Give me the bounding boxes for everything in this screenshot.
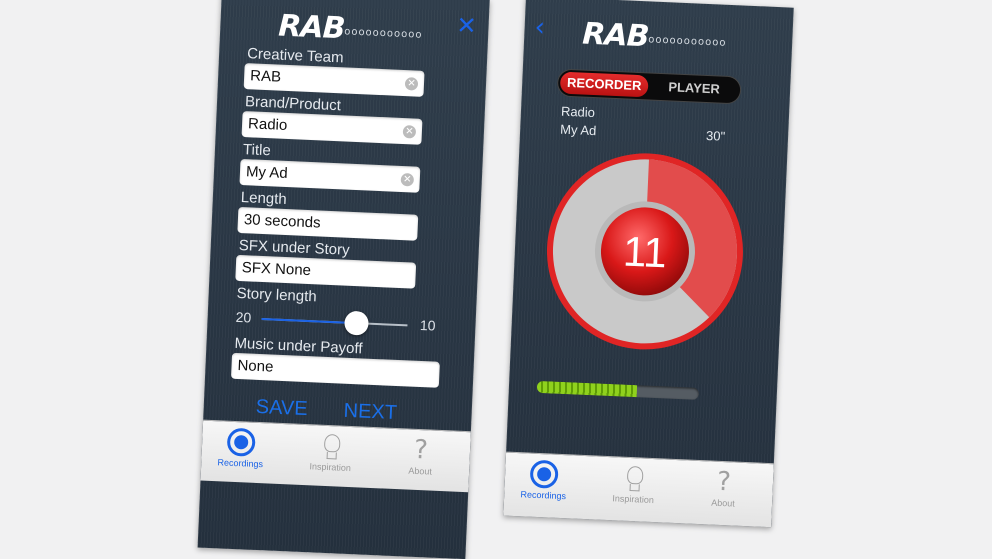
title-text: My Ad [559, 121, 597, 139]
tab-bar: Recordings Inspiration ? About [200, 419, 471, 493]
recorder-screen: ‹ RAB ooooooooooo RECORDER PLAYER Radio … [503, 0, 794, 528]
sfx-value: SFX None [241, 259, 312, 280]
tab-about-label: About [711, 497, 736, 509]
logo-dots: ooooooooooo [343, 26, 423, 41]
clear-icon[interactable]: ✕ [400, 172, 415, 187]
clear-icon[interactable]: ✕ [402, 125, 417, 139]
countdown-number: 11 [622, 228, 668, 277]
brand-product-field[interactable]: Radio ✕ [241, 111, 423, 145]
rab-logo: RAB [277, 8, 346, 47]
tab-about-label: About [408, 465, 433, 477]
tab-recordings-label: Recordings [217, 457, 264, 470]
save-button[interactable]: SAVE [255, 396, 308, 421]
music-field[interactable]: None [230, 352, 440, 388]
title-field[interactable]: My Ad ✕ [239, 158, 421, 193]
progress-fill [536, 380, 638, 398]
tab-bar: Recordings Inspiration ? About [503, 451, 774, 528]
logo-dots: ooooooooooo [647, 34, 727, 49]
player-segment[interactable]: PLAYER [650, 76, 739, 102]
tab-recordings[interactable]: Recordings [205, 427, 277, 470]
slider-fill [261, 318, 357, 325]
mode-segmented-control: RECORDER PLAYER [557, 69, 741, 104]
tab-inspiration[interactable]: Inspiration [295, 431, 367, 474]
record-icon [529, 459, 559, 489]
length-label: Length [240, 189, 288, 209]
creative-team-value: RAB [249, 67, 282, 86]
story-length-slider[interactable]: 20 10 [235, 305, 436, 338]
slider-max-label: 10 [419, 316, 436, 334]
slider-track[interactable] [261, 310, 408, 336]
creative-team-field[interactable]: RAB ✕ [243, 63, 425, 97]
tab-inspiration-label: Inspiration [612, 493, 655, 506]
close-icon[interactable]: ✕ [456, 12, 477, 40]
recording-progress-bar [536, 380, 700, 400]
tab-about[interactable]: ? About [385, 435, 457, 478]
length-field[interactable]: 30 seconds [237, 206, 419, 241]
tab-about[interactable]: ? About [688, 467, 760, 510]
record-icon [226, 427, 256, 457]
brand-text: Radio [560, 103, 596, 121]
question-icon: ? [716, 466, 732, 498]
music-value: None [237, 357, 274, 376]
length-value: 30 seconds [243, 211, 321, 232]
lightbulb-icon [317, 432, 346, 461]
rab-logo: RAB [581, 16, 650, 55]
countdown-dial: 11 [546, 153, 743, 350]
brand-product-value: Radio [247, 115, 288, 134]
clear-icon[interactable]: ✕ [404, 77, 419, 91]
lightbulb-icon [619, 464, 648, 493]
back-icon[interactable]: ‹ [534, 12, 546, 42]
story-length-label: Story length [236, 284, 318, 306]
next-button[interactable]: NEXT [343, 400, 397, 425]
question-icon: ? [413, 434, 429, 466]
duration-text: 30" [705, 127, 726, 144]
title-value: My Ad [245, 163, 289, 183]
slider-thumb[interactable] [343, 310, 369, 336]
form-screen: RAB ooooooooooo ✕ Creative Team RAB ✕ Br… [197, 0, 490, 559]
tab-inspiration-label: Inspiration [309, 461, 352, 474]
tab-inspiration[interactable]: Inspiration [598, 463, 670, 506]
title-label: Title [242, 141, 272, 160]
slider-min-label: 20 [235, 308, 252, 326]
sfx-field[interactable]: SFX None [235, 254, 417, 289]
tab-recordings-label: Recordings [520, 489, 567, 502]
recorder-segment[interactable]: RECORDER [559, 71, 649, 98]
tab-recordings[interactable]: Recordings [508, 459, 580, 502]
